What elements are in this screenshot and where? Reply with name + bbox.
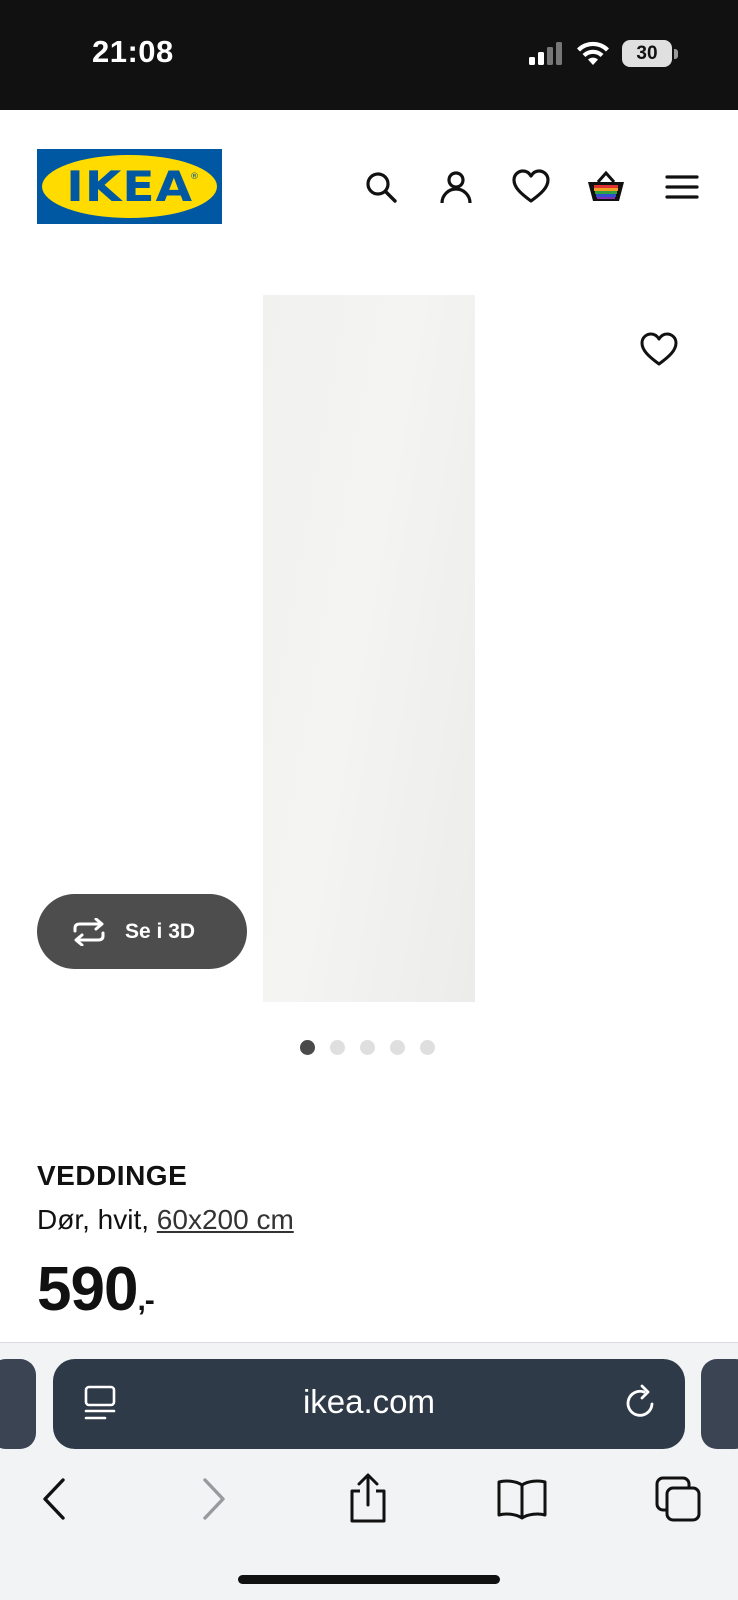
view-in-3d-button[interactable]: Se i 3D bbox=[37, 894, 247, 969]
gallery-dot-4[interactable] bbox=[390, 1040, 405, 1055]
battery-icon: 30 bbox=[622, 40, 672, 67]
site-header: IKEA ® bbox=[0, 110, 738, 260]
product-price: 590,- bbox=[37, 1254, 155, 1325]
forward-icon bbox=[203, 1478, 225, 1520]
previous-tab-preview[interactable] bbox=[0, 1359, 36, 1449]
next-tab-preview[interactable] bbox=[701, 1359, 738, 1449]
cellular-signal-icon bbox=[529, 41, 562, 65]
search-button[interactable] bbox=[359, 165, 403, 209]
status-time: 21:08 bbox=[92, 34, 174, 69]
favourites-button[interactable] bbox=[509, 165, 553, 209]
account-icon bbox=[440, 171, 472, 204]
product-name: VEDDINGE bbox=[37, 1160, 188, 1191]
bookmarks-icon bbox=[497, 1479, 547, 1520]
reload-icon[interactable] bbox=[623, 1383, 659, 1421]
tabs-icon bbox=[655, 1476, 701, 1522]
gallery-dot-5[interactable] bbox=[420, 1040, 435, 1055]
battery-indicator: 30 bbox=[622, 40, 678, 67]
menu-button[interactable] bbox=[660, 165, 704, 209]
shopping-bag-button[interactable] bbox=[584, 165, 628, 209]
share-icon bbox=[350, 1473, 386, 1523]
forward-button[interactable] bbox=[184, 1469, 244, 1529]
status-icons: 30 bbox=[528, 40, 678, 67]
gallery-dot-3[interactable] bbox=[360, 1040, 375, 1055]
price-suffix: ,- bbox=[137, 1284, 154, 1317]
home-indicator bbox=[238, 1575, 500, 1584]
rotate-3d-icon bbox=[73, 917, 105, 946]
tabs-button[interactable] bbox=[648, 1469, 708, 1529]
gallery-pagination bbox=[300, 1040, 435, 1055]
wifi-icon bbox=[577, 41, 609, 65]
browser-toolbar: ikea.com bbox=[0, 1342, 738, 1600]
image-favourite-button[interactable] bbox=[640, 332, 684, 376]
logo-text: IKEA bbox=[66, 162, 193, 211]
account-button[interactable] bbox=[434, 165, 478, 209]
status-bar: 21:08 30 bbox=[0, 0, 738, 110]
back-button[interactable] bbox=[24, 1469, 84, 1529]
price-value: 590 bbox=[37, 1255, 138, 1324]
product-size-link[interactable]: 60x200 cm bbox=[157, 1204, 294, 1235]
product-image[interactable] bbox=[263, 295, 475, 1002]
bookmarks-button[interactable] bbox=[492, 1469, 552, 1529]
logo-registered: ® bbox=[190, 172, 199, 182]
share-button[interactable] bbox=[338, 1469, 398, 1529]
favourites-icon bbox=[512, 169, 550, 203]
product-description-text: Dør, hvit, bbox=[37, 1204, 157, 1235]
address-bar[interactable]: ikea.com bbox=[53, 1359, 685, 1449]
gallery-dot-1[interactable] bbox=[300, 1040, 315, 1055]
view-in-3d-label: Se i 3D bbox=[125, 919, 196, 943]
battery-level: 30 bbox=[636, 42, 658, 64]
heart-icon bbox=[640, 332, 678, 366]
gallery-dot-2[interactable] bbox=[330, 1040, 345, 1055]
url-text: ikea.com bbox=[302, 1383, 436, 1420]
search-icon bbox=[366, 172, 397, 203]
back-icon bbox=[43, 1478, 65, 1520]
logo-ellipse: IKEA ® bbox=[42, 155, 217, 218]
menu-icon bbox=[665, 175, 699, 199]
shopping-bag-icon bbox=[588, 170, 624, 201]
product-description: Dør, hvit, 60x200 cm bbox=[37, 1204, 294, 1236]
ikea-logo[interactable]: IKEA ® bbox=[37, 149, 222, 224]
battery-tip bbox=[674, 48, 678, 59]
